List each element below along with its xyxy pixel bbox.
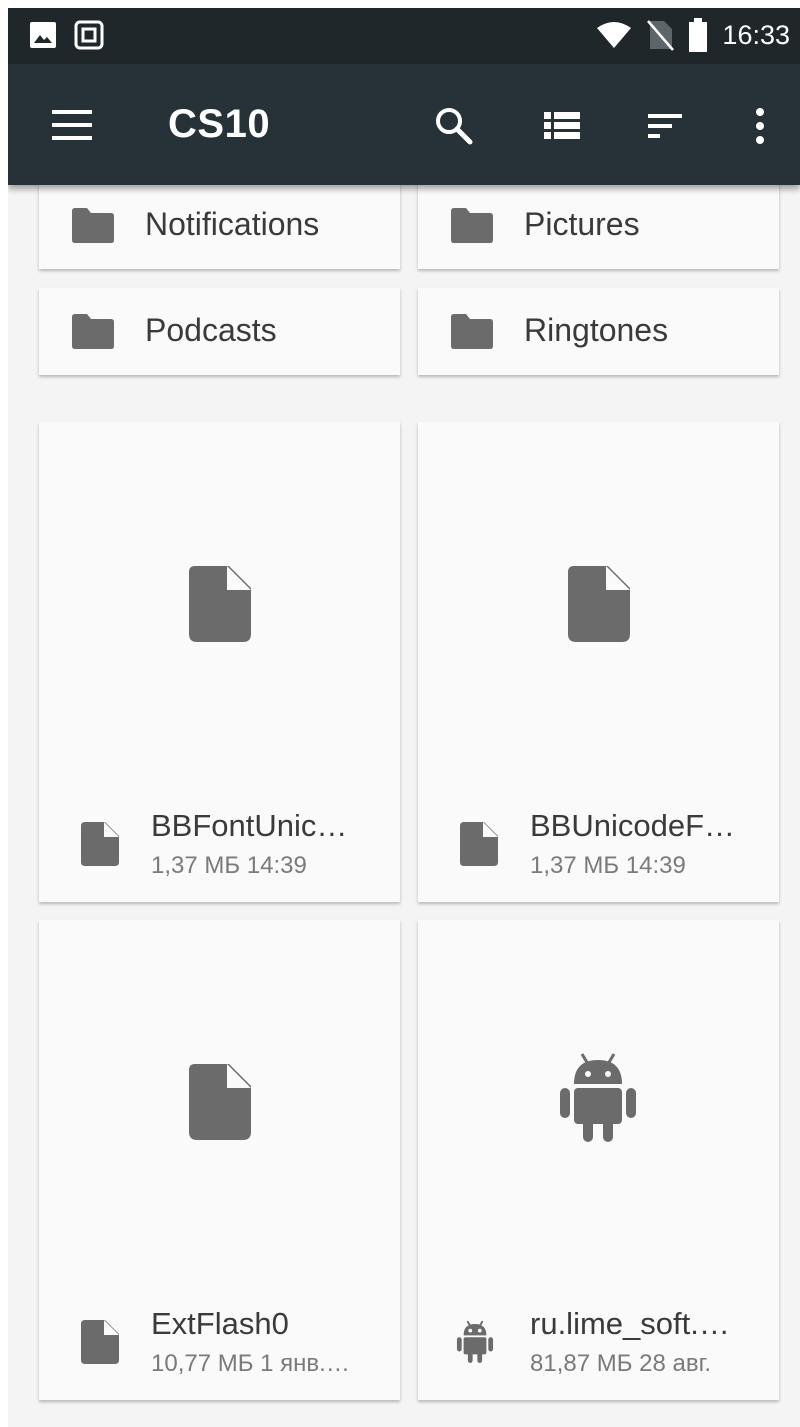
phone-screen: 16:33 CS10 Notifications Pictures Podcas…	[8, 8, 800, 1427]
file-card[interactable]: BBUnicodeF… 1,37 МБ 14:39	[418, 422, 779, 902]
folder-name: Podcasts	[145, 312, 277, 348]
toolbar-title: CS10	[168, 102, 271, 146]
file-name: BBUnicodeF…	[530, 808, 736, 843]
more-vert-icon[interactable]	[738, 104, 782, 148]
folder-icon	[451, 208, 493, 243]
file-meta: 81,87 МБ 28 авг.	[530, 1350, 712, 1377]
sort-icon[interactable]	[644, 104, 688, 148]
file-icon	[81, 1320, 119, 1364]
wifi-icon	[597, 22, 632, 48]
file-icon	[568, 566, 630, 642]
folder-card[interactable]: Podcasts	[39, 288, 400, 375]
file-card[interactable]: ExtFlash0 10,77 МБ 1 янв.…	[39, 920, 400, 1400]
android-icon	[456, 1320, 494, 1363]
file-meta: 10,77 МБ 1 янв.…	[151, 1350, 350, 1377]
folder-card[interactable]: Pictures	[418, 182, 779, 269]
list-view-icon[interactable]	[540, 104, 584, 148]
file-card[interactable]: BBFontUnic… 1,37 МБ 14:39	[39, 422, 400, 902]
file-icon	[81, 822, 119, 866]
file-name: ru.lime_soft.…	[530, 1306, 730, 1341]
file-meta: 1,37 МБ 14:39	[530, 852, 686, 879]
folder-name: Pictures	[524, 206, 640, 242]
folder-icon	[72, 208, 114, 243]
folder-icon	[72, 314, 114, 349]
folder-name: Notifications	[145, 206, 320, 242]
folder-name: Ringtones	[524, 312, 669, 348]
menu-icon[interactable]	[52, 108, 92, 142]
search-icon[interactable]	[432, 104, 476, 148]
file-icon	[189, 566, 251, 642]
folder-icon	[451, 314, 493, 349]
file-icon	[460, 822, 498, 866]
screenshot-notification-icon	[74, 20, 104, 50]
folder-card[interactable]: Ringtones	[418, 288, 779, 375]
status-time: 16:33	[722, 19, 790, 50]
battery-icon	[689, 18, 708, 52]
file-name: ExtFlash0	[151, 1306, 289, 1341]
app-toolbar: CS10	[8, 64, 800, 185]
file-meta: 1,37 МБ 14:39	[151, 852, 307, 879]
status-bar: 16:33	[8, 8, 800, 64]
no-sim-icon	[647, 20, 675, 51]
file-name: BBFontUnic…	[151, 808, 348, 843]
android-icon	[560, 1053, 636, 1142]
folder-card[interactable]: Notifications	[39, 182, 400, 269]
image-notification-icon	[30, 22, 56, 48]
file-card[interactable]: ru.lime_soft.… 81,87 МБ 28 авг.	[418, 920, 779, 1400]
file-icon	[189, 1064, 251, 1140]
